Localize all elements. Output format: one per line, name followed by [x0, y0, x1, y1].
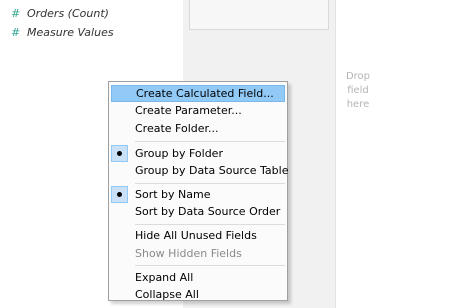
menu-item-label: Create Folder... [135, 122, 219, 135]
drop-hint-line: Drop [345, 71, 371, 82]
menu-item-label: Group by Data Source Table [135, 164, 289, 177]
shelf-drop-area[interactable] [189, 0, 329, 30]
menu-item-label: Group by Folder [135, 147, 223, 160]
menu-item-collapse-all[interactable]: Collapse All [111, 286, 285, 303]
checked-mark-icon [111, 186, 128, 203]
field-label: Measure Values [27, 25, 114, 39]
pane-divider [335, 0, 336, 308]
menu-item-create-parameter[interactable]: Create Parameter... [111, 102, 285, 119]
field-orders-count[interactable]: # Orders (Count) [11, 4, 109, 22]
checked-mark-icon [111, 145, 128, 162]
menu-item-label: Create Calculated Field... [136, 87, 274, 100]
menu-item-sort-by-data-source-order[interactable]: Sort by Data Source Order [111, 203, 285, 220]
menu-item-label: Expand All [135, 271, 194, 284]
drop-field-hint[interactable]: Drop field here [336, 70, 380, 112]
context-menu: Create Calculated Field... Create Parame… [108, 81, 288, 301]
menu-item-hide-all-unused-fields[interactable]: Hide All Unused Fields [111, 227, 285, 244]
menu-item-group-by-data-source-table[interactable]: Group by Data Source Table [111, 162, 289, 179]
menu-item-create-folder[interactable]: Create Folder... [111, 120, 285, 137]
menu-separator [135, 183, 285, 184]
menu-item-label: Sort by Name [135, 188, 211, 201]
menu-item-expand-all[interactable]: Expand All [111, 269, 285, 286]
drop-hint-line: field [347, 85, 369, 96]
measure-icon: # [11, 25, 21, 39]
measure-icon: # [11, 6, 21, 20]
field-label: Orders (Count) [27, 6, 109, 20]
drop-hint-line: here [346, 99, 370, 110]
menu-item-label: Hide All Unused Fields [135, 229, 257, 242]
menu-separator [135, 265, 285, 266]
menu-item-label: Create Parameter... [135, 104, 242, 117]
menu-item-create-calculated-field[interactable]: Create Calculated Field... [111, 85, 285, 102]
menu-item-label: Show Hidden Fields [135, 247, 242, 260]
menu-separator [135, 141, 285, 142]
menu-item-show-hidden-fields: Show Hidden Fields [111, 245, 285, 262]
field-measure-values[interactable]: # Measure Values [11, 23, 114, 41]
menu-item-sort-by-name[interactable]: Sort by Name [111, 186, 285, 203]
menu-separator [135, 224, 285, 225]
menu-item-label: Collapse All [135, 288, 199, 301]
menu-item-label: Sort by Data Source Order [135, 205, 281, 218]
menu-item-group-by-folder[interactable]: Group by Folder [111, 145, 285, 162]
